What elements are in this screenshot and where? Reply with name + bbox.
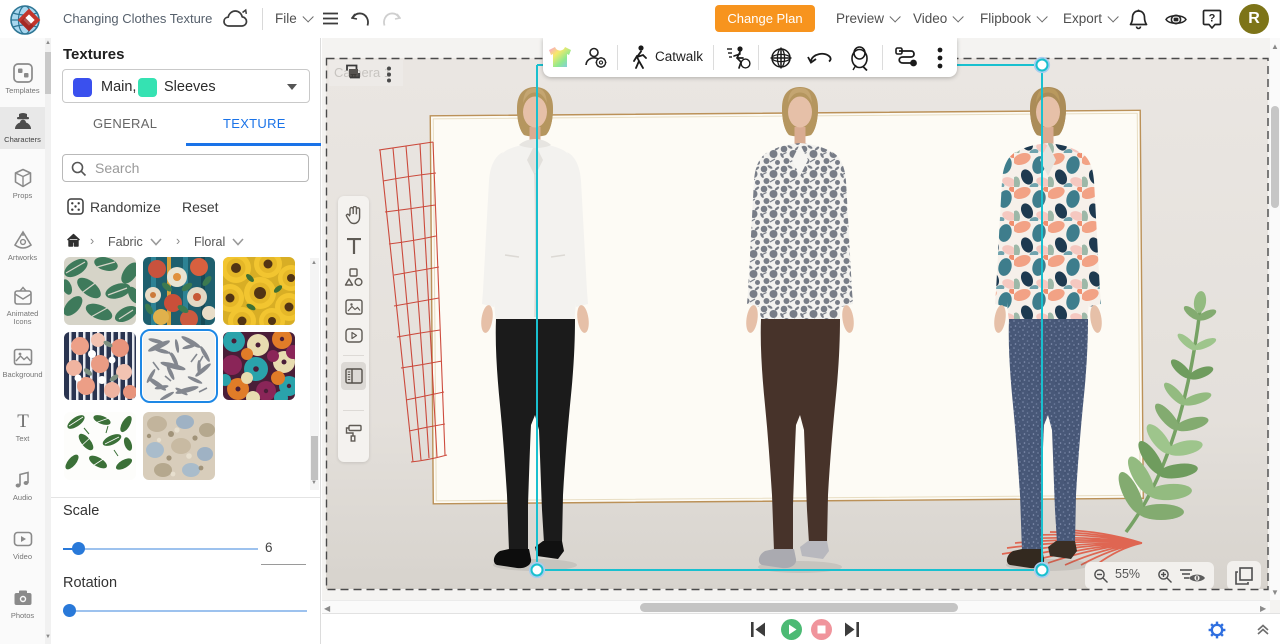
svg-text:T: T [17, 411, 29, 432]
svg-text:?: ? [1209, 13, 1216, 25]
